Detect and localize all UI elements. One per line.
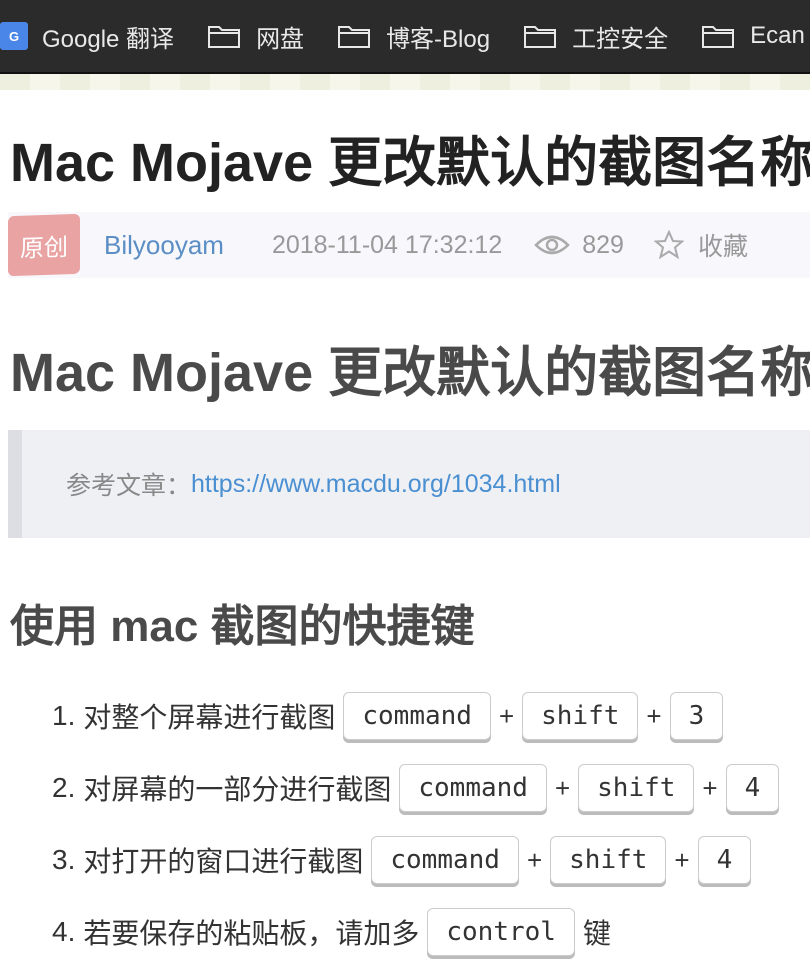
list-number: 1. [52,700,76,731]
list-item: 4. 若要保存的粘贴板，请加多 control 键 [52,896,787,968]
bookmark-folder-blog[interactable]: 博客-Blog [338,19,490,54]
key-shift: shift [522,692,639,740]
favorite-label: 收藏 [697,233,748,261]
list-text: 对整个屏幕进行截图 [83,702,336,733]
bookmark-label: 博客-Blog [386,25,491,53]
page-top-strip [0,74,810,90]
bookmark-label: Google 翻译 [42,25,175,53]
key-shift: shift [578,764,695,812]
plus-sign: + [702,772,718,803]
key-4: 4 [725,764,780,812]
key-command: command [343,692,491,740]
favorite-button[interactable]: 收藏 [653,227,748,263]
folder-icon [338,26,371,48]
eye-icon [534,235,571,255]
article-meta-bar: 原创 Bilyooyam 2018-11-04 17:32:12 829 收藏 [8,212,810,278]
list-item: 1. 对整个屏幕进行截图 command + shift + 3 [52,680,787,752]
bookmark-label: 工控安全 [572,25,669,53]
bookmark-folder-netdisk[interactable]: 网盘 [208,19,304,54]
shortcut-subheading: 使用 mac 截图的快捷键 [10,602,475,651]
view-count-value: 829 [582,230,624,259]
plus-sign: + [646,700,662,731]
list-text: 对屏幕的一部分进行截图 [83,774,392,805]
list-text-suffix: 键 [582,918,611,949]
article-title: Mac Mojave 更改默认的截图名称 [10,133,810,193]
list-number: 2. [52,772,76,803]
plus-sign: + [498,700,515,731]
folder-icon [524,26,557,48]
original-badge: 原创 [8,213,80,277]
bookmark-folder-ics-security[interactable]: 工控安全 [524,19,668,54]
key-control: control [427,908,575,956]
key-4: 4 [697,836,752,884]
list-text: 对打开的窗口进行截图 [83,846,364,877]
reference-link[interactable]: https://www.macdu.org/1034.html [191,470,561,499]
reference-quote: 参考文章： https://www.macdu.org/1034.html [8,430,810,538]
content-heading: Mac Mojave 更改默认的截图名称 [10,343,810,403]
bookmark-google-translate[interactable]: G Google 翻译 [0,19,174,54]
reference-label: 参考文章： [66,472,192,500]
bookmark-label: Ecan [750,22,805,49]
key-command: command [399,764,547,812]
list-item: 2. 对屏幕的一部分进行截图 command + shift + 4 [52,752,787,824]
key-command: command [371,836,519,884]
star-icon [653,230,684,260]
publish-date: 2018-11-04 17:32:12 [271,230,503,259]
list-number: 4. [52,916,76,947]
bookmark-label: 网盘 [256,25,305,53]
folder-icon [208,26,241,48]
folder-icon [702,26,735,48]
bookmark-folder-ecan[interactable]: Ecan [702,22,805,50]
author-link[interactable]: Bilyooyam [104,230,224,261]
key-shift: shift [550,836,667,884]
list-number: 3. [52,844,76,875]
plus-sign: + [526,844,543,875]
key-3: 3 [669,692,724,740]
plus-sign: + [674,844,690,875]
list-text: 若要保存的粘贴板，请加多 [83,918,420,949]
plus-sign: + [554,772,571,803]
bookmarks-bar: G Google 翻译 网盘 博客-Blog 工控安全 Ecan [0,0,810,74]
shortcut-list: 1. 对整个屏幕进行截图 command + shift + 3 2. 对屏幕的… [52,680,787,968]
list-item: 3. 对打开的窗口进行截图 command + shift + 4 [52,824,787,896]
view-count: 829 [534,231,624,260]
google-translate-icon: G [0,22,28,50]
